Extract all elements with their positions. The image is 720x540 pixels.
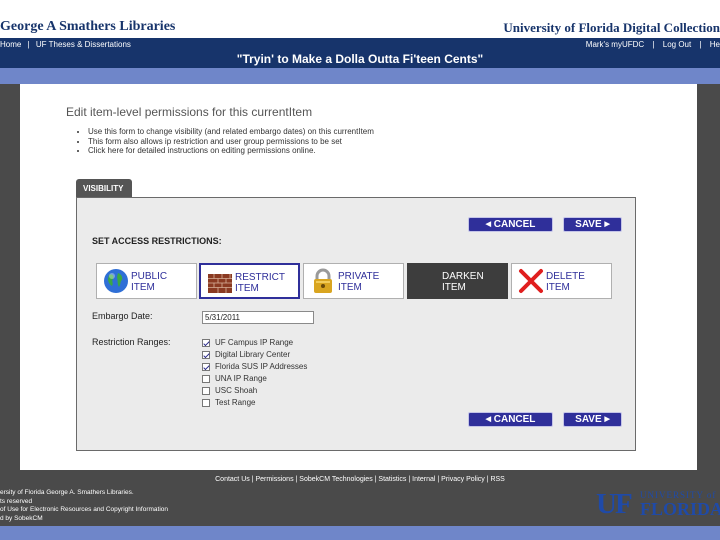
darken-item-label: DARKEN ITEM	[442, 271, 484, 293]
public-item-button[interactable]: PUBLIC ITEM	[96, 263, 197, 299]
range-checkbox[interactable]	[202, 363, 210, 371]
copyright-line: ts reserved	[0, 497, 33, 505]
save-button-label: SAVE	[575, 414, 602, 425]
range-label: USC Shoah	[215, 386, 258, 395]
left-arrow-icon: ◀	[485, 221, 491, 228]
uf-logo-florida: FLORIDA	[640, 499, 720, 519]
embargo-date-field[interactable]	[202, 311, 314, 324]
breadcrumb-home-link[interactable]: Home	[0, 40, 21, 49]
user-link-separator: |	[652, 40, 655, 49]
item-title: "Tryin' to Make a Dolla Outta Fi'teen Ce…	[236, 52, 484, 66]
padlock-icon	[314, 268, 332, 293]
uf-logo-mark: UF	[596, 489, 633, 519]
footer-copyright: ersity of Florida George A. Smathers Lib…	[0, 489, 168, 523]
instruction-item: This form also allows ip restriction and…	[88, 137, 374, 147]
visibility-panel: ◀ CANCEL SAVE ▶ SET ACCESS RESTRICTIONS:…	[76, 197, 636, 451]
cancel-button-bottom[interactable]: ◀ CANCEL	[468, 412, 553, 427]
instructions-list: Use this form to change visibility (and …	[80, 127, 374, 156]
right-arrow-icon: ▶	[604, 221, 610, 228]
delete-item-button[interactable]: DELETE ITEM	[511, 263, 612, 299]
site-footer: Contact Us | Permissions | SobekCM Techn…	[0, 470, 720, 526]
range-label: UNA IP Range	[215, 374, 267, 383]
user-links: Mark's myUFDC | Log Out | He	[580, 40, 720, 49]
cancel-button-label: CANCEL	[493, 219, 536, 230]
save-button-top[interactable]: SAVE ▶	[563, 217, 622, 232]
instruction-item: Use this form to change visibility (and …	[88, 127, 374, 137]
restrict-item-label: RESTRICT ITEM	[235, 272, 285, 294]
range-label: Digital Library Center	[215, 350, 291, 359]
access-restrictions-label: SET ACCESS RESTRICTIONS:	[92, 236, 222, 246]
save-button-label: SAVE	[575, 219, 602, 230]
breadcrumb: Home | UF Theses & Dissertations	[0, 40, 135, 49]
range-checkbox[interactable]	[202, 387, 210, 395]
private-item-label: PRIVATE ITEM	[338, 271, 380, 293]
range-label: UF Campus IP Range	[215, 338, 294, 347]
range-checkbox[interactable]	[202, 339, 210, 347]
brick-wall-icon	[208, 274, 232, 293]
my-ufdc-link[interactable]: Mark's myUFDC	[586, 40, 644, 49]
restriction-ranges-label: Restriction Ranges:	[92, 337, 171, 347]
red-x-icon	[519, 269, 543, 293]
private-item-button[interactable]: PRIVATE ITEM	[303, 263, 404, 299]
left-margin	[0, 84, 20, 470]
instructions-link[interactable]: Click here for detailed instructions on …	[88, 146, 374, 156]
site-header: George A Smathers Libraries University o…	[0, 17, 720, 38]
library-name[interactable]: George A Smathers Libraries	[0, 19, 175, 35]
delete-item-label: DELETE ITEM	[546, 271, 585, 293]
public-item-label: PUBLIC ITEM	[131, 271, 168, 293]
bottom-accent-strip	[0, 526, 720, 540]
right-margin	[697, 84, 720, 470]
page-title: Edit item-level permissions for this cur…	[66, 105, 313, 119]
range-checkbox[interactable]	[202, 375, 210, 383]
main-content: Edit item-level permissions for this cur…	[20, 84, 697, 470]
breadcrumb-collection-link[interactable]: UF Theses & Dissertations	[36, 40, 131, 49]
cancel-button-top[interactable]: ◀ CANCEL	[468, 217, 553, 232]
uf-logo[interactable]: UF UNIVERSITY of FLORIDA	[596, 489, 720, 519]
embargo-date-label: Embargo Date:	[92, 311, 153, 321]
accent-strip	[0, 68, 720, 84]
darken-item-button[interactable]: DARKEN ITEM	[407, 263, 508, 299]
tab-visibility[interactable]: VISIBILITY	[76, 179, 132, 197]
save-button-bottom[interactable]: SAVE ▶	[563, 412, 622, 427]
help-link[interactable]: He	[710, 40, 720, 49]
restrict-item-button[interactable]: RESTRICT ITEM	[199, 263, 300, 299]
footer-links[interactable]: Contact Us | Permissions | SobekCM Techn…	[0, 476, 720, 483]
breadcrumb-separator: |	[27, 40, 30, 49]
copyright-line: ersity of Florida George A. Smathers Lib…	[0, 489, 134, 496]
globe-icon	[104, 269, 128, 293]
user-link-separator: |	[699, 40, 702, 49]
range-checkbox[interactable]	[202, 351, 210, 359]
right-arrow-icon: ▶	[604, 416, 610, 423]
terms-of-use-link[interactable]: of Use for Electronic Resources and Copy…	[0, 506, 168, 515]
cancel-button-label: CANCEL	[493, 414, 536, 425]
navigation-bar: Home | UF Theses & Dissertations Mark's …	[0, 38, 720, 68]
left-arrow-icon: ◀	[485, 416, 491, 423]
range-label: Test Range	[215, 398, 256, 407]
range-label: Florida SUS IP Addresses	[215, 362, 308, 371]
log-out-link[interactable]: Log Out	[663, 40, 691, 49]
range-checkbox[interactable]	[202, 399, 210, 407]
sobekcm-link[interactable]: d by SobekCM	[0, 515, 168, 524]
collection-name[interactable]: University of Florida Digital Collection	[503, 20, 720, 36]
